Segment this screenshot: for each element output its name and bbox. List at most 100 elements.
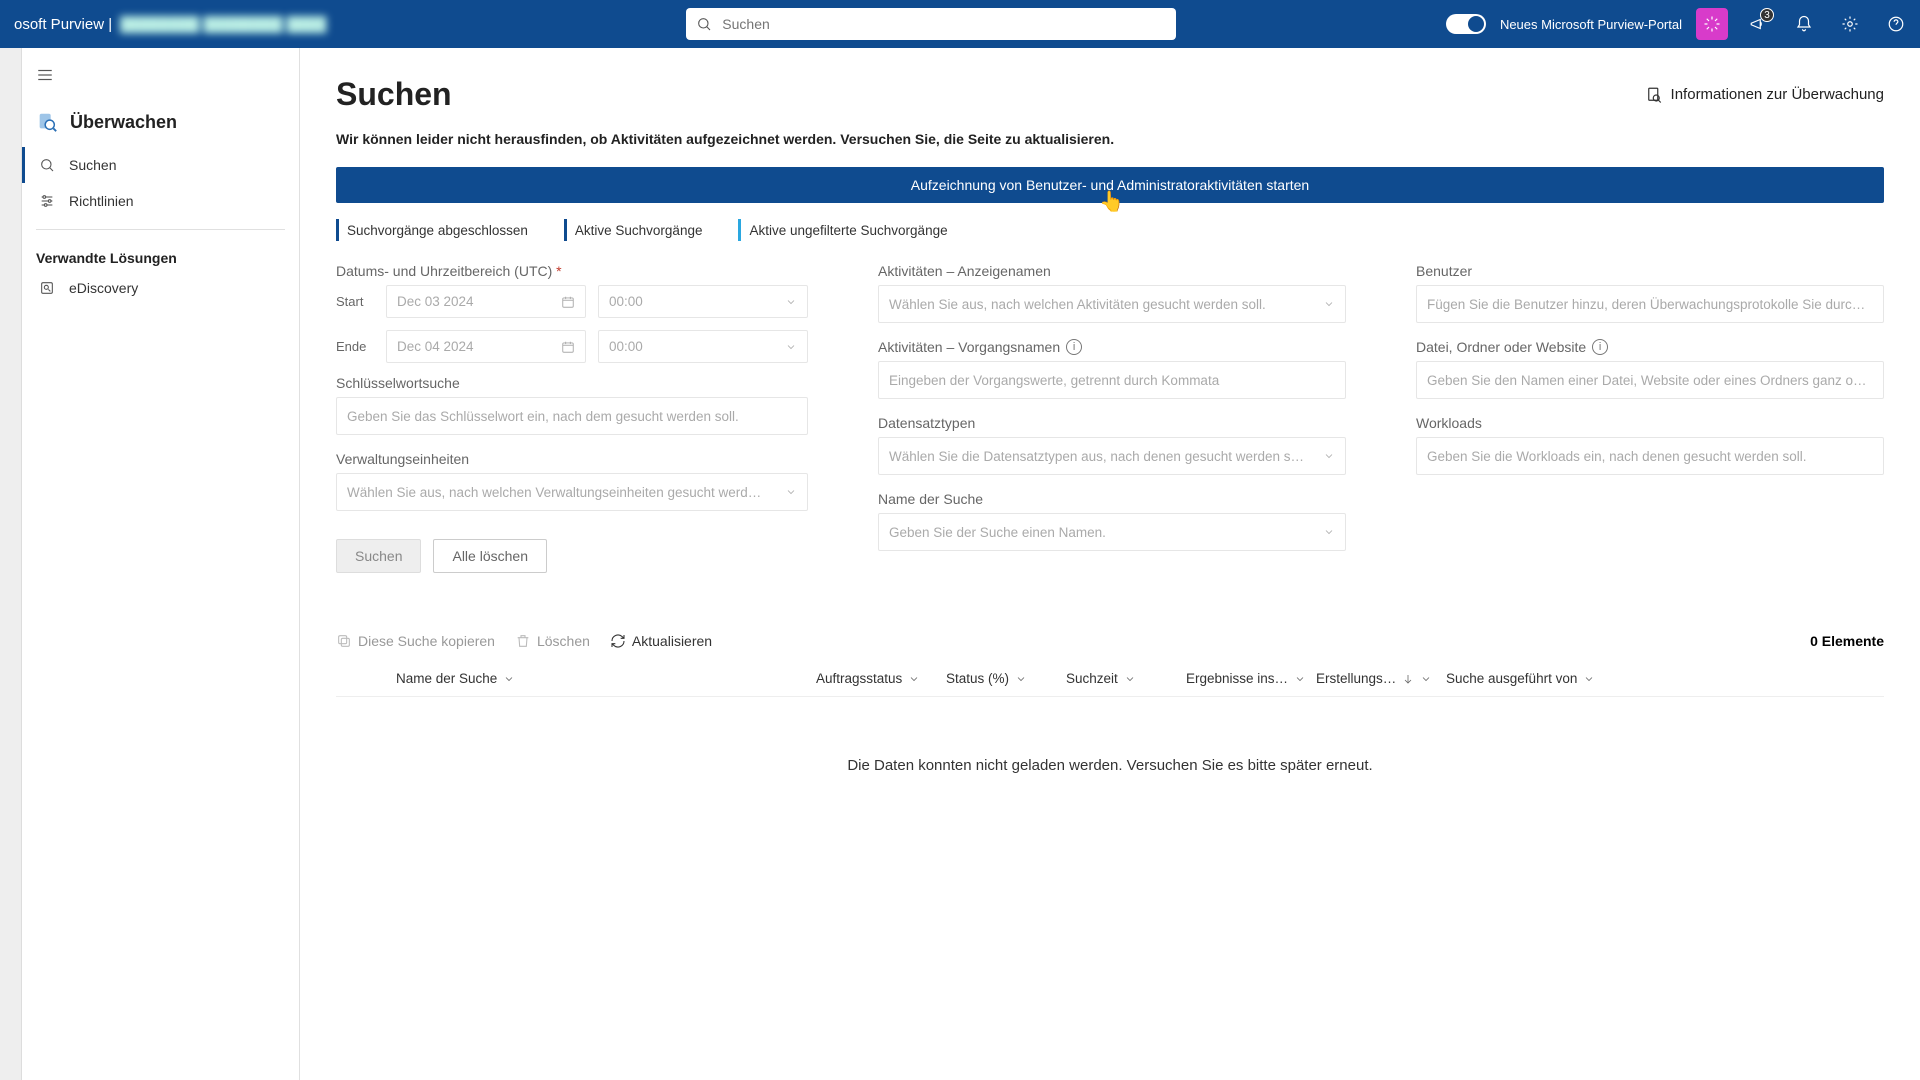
legend-active: Aktive Suchvorgänge xyxy=(564,219,703,241)
chevron-down-icon xyxy=(1015,673,1027,685)
copy-search-button[interactable]: Diese Suche kopieren xyxy=(336,633,495,649)
sidebar-collapse-button[interactable] xyxy=(22,58,299,97)
search-name-input[interactable]: Geben Sie der Suche einen Namen. xyxy=(878,513,1346,551)
audit-icon xyxy=(36,111,58,133)
clear-button-label: Alle löschen xyxy=(452,548,528,564)
hamburger-icon xyxy=(36,66,54,84)
refresh-icon xyxy=(610,633,626,649)
search-icon xyxy=(696,16,712,32)
datetime-label: Datums- und Uhrzeitbereich (UTC) xyxy=(336,263,808,279)
delete-button[interactable]: Löschen xyxy=(515,633,590,649)
search-button[interactable]: Suchen xyxy=(336,539,421,573)
doc-search-icon xyxy=(1645,86,1663,104)
file-label: Datei, Ordner oder Website xyxy=(1416,339,1586,355)
brand: osoft Purview | ████████ ████████ ████ xyxy=(14,16,326,33)
chevron-down-icon xyxy=(1583,673,1595,685)
info-icon[interactable]: i xyxy=(1592,339,1608,355)
column-header-name[interactable]: Name der Suche xyxy=(396,671,816,686)
column-header-time[interactable]: Suchzeit xyxy=(1066,671,1186,686)
left-rail xyxy=(0,48,22,1080)
end-label: Ende xyxy=(336,339,374,354)
chevron-down-icon xyxy=(1323,450,1335,462)
column-header-created[interactable]: Erstellungs… xyxy=(1316,671,1446,686)
refresh-button[interactable]: Aktualisieren xyxy=(610,633,712,649)
activities-display-select[interactable]: Wählen Sie aus, nach welchen Aktivitäten… xyxy=(878,285,1346,323)
status-warning: Wir können leider nicht herausfinden, ob… xyxy=(336,131,1884,147)
admin-units-label: Verwaltungseinheiten xyxy=(336,451,808,467)
chevron-down-icon xyxy=(785,341,797,353)
search-button-label: Suchen xyxy=(355,548,402,564)
activities-display-label: Aktivitäten – Anzeigenamen xyxy=(878,263,1346,279)
table-header: Name der Suche Auftragsstatus Status (%)… xyxy=(336,663,1884,697)
keyword-label: Schlüsselwortsuche xyxy=(336,375,808,391)
page-title: Suchen xyxy=(336,76,452,113)
bell-icon xyxy=(1795,15,1813,33)
main-content: Suchen Informationen zur Überwachung Wir… xyxy=(300,48,1920,1080)
record-types-select[interactable]: Wählen Sie die Datensatztypen aus, nach … xyxy=(878,437,1346,475)
refresh-label: Aktualisieren xyxy=(632,633,712,649)
alerts-button[interactable] xyxy=(1788,8,1820,40)
column-header-status[interactable]: Auftragsstatus xyxy=(816,671,946,686)
sidebar-separator xyxy=(36,229,285,230)
chevron-down-icon xyxy=(1420,673,1432,685)
info-icon[interactable]: i xyxy=(1066,339,1082,355)
end-time-value: 00:00 xyxy=(609,339,643,354)
column-label: Erstellungs… xyxy=(1316,671,1396,686)
chevron-down-icon xyxy=(1323,526,1335,538)
legend-bar-icon xyxy=(336,219,339,241)
start-recording-button[interactable]: Aufzeichnung von Benutzer- und Administr… xyxy=(336,167,1884,203)
file-input[interactable]: Geben Sie den Namen einer Datei, Website… xyxy=(1416,361,1884,399)
sidebar-item-policies[interactable]: Richtlinien xyxy=(22,183,299,219)
sidebar-item-ediscovery[interactable]: eDiscovery xyxy=(22,270,299,306)
sidebar-title-text: Überwachen xyxy=(70,112,177,133)
start-time-select[interactable]: 00:00 xyxy=(598,285,808,318)
legend-label: Aktive ungefilterte Suchvorgänge xyxy=(749,223,947,238)
table-toolbar: Diese Suche kopieren Löschen Aktualisier… xyxy=(336,633,1884,649)
ediscovery-icon xyxy=(39,280,55,296)
column-header-runby[interactable]: Suche ausgeführt von xyxy=(1446,671,1626,686)
legend: Suchvorgänge abgeschlossen Aktive Suchvo… xyxy=(336,219,1884,241)
start-label: Start xyxy=(336,294,374,309)
legend-label: Aktive Suchvorgänge xyxy=(575,223,703,238)
assistant-button[interactable] xyxy=(1696,8,1728,40)
gear-icon xyxy=(1841,15,1859,33)
end-date-input[interactable]: Dec 04 2024 xyxy=(386,330,586,363)
calendar-icon xyxy=(561,295,575,309)
workloads-input[interactable]: Geben Sie die Workloads ein, nach denen … xyxy=(1416,437,1884,475)
record-types-label: Datensatztypen xyxy=(878,415,1346,431)
trash-icon xyxy=(515,633,531,649)
users-input[interactable]: Fügen Sie die Benutzer hinzu, deren Über… xyxy=(1416,285,1884,323)
top-bar: osoft Purview | ████████ ████████ ████ N… xyxy=(0,0,1920,48)
copy-search-label: Diese Suche kopieren xyxy=(358,633,495,649)
search-icon xyxy=(39,157,55,173)
chevron-down-icon xyxy=(1323,298,1335,310)
keyword-input[interactable]: Geben Sie das Schlüsselwort ein, nach de… xyxy=(336,397,808,435)
portal-toggle-label: Neues Microsoft Purview-Portal xyxy=(1500,17,1682,32)
users-placeholder: Fügen Sie die Benutzer hinzu, deren Über… xyxy=(1427,297,1865,312)
end-time-select[interactable]: 00:00 xyxy=(598,330,808,363)
clear-button[interactable]: Alle löschen xyxy=(433,539,547,573)
help-button[interactable] xyxy=(1880,8,1912,40)
sort-desc-icon xyxy=(1402,673,1414,685)
sidebar-item-label: eDiscovery xyxy=(69,280,138,296)
audit-info-link-text: Informationen zur Überwachung xyxy=(1671,86,1884,103)
start-date-input[interactable]: Dec 03 2024 xyxy=(386,285,586,318)
global-search[interactable] xyxy=(686,8,1176,40)
portal-toggle[interactable] xyxy=(1446,14,1486,34)
legend-completed: Suchvorgänge abgeschlossen xyxy=(336,219,528,241)
column-label: Name der Suche xyxy=(396,671,497,686)
audit-info-link[interactable]: Informationen zur Überwachung xyxy=(1645,86,1884,104)
sidebar-title: Überwachen xyxy=(22,97,299,147)
sidebar-item-search[interactable]: Suchen xyxy=(22,147,299,183)
file-placeholder: Geben Sie den Namen einer Datei, Website… xyxy=(1427,373,1867,388)
column-header-results[interactable]: Ergebnisse ins… xyxy=(1186,671,1316,686)
calendar-icon xyxy=(561,340,575,354)
notifications-button[interactable]: 3 xyxy=(1742,8,1774,40)
column-header-pct[interactable]: Status (%) xyxy=(946,671,1066,686)
legend-label: Suchvorgänge abgeschlossen xyxy=(347,223,528,238)
start-time-value: 00:00 xyxy=(609,294,643,309)
settings-button[interactable] xyxy=(1834,8,1866,40)
global-search-input[interactable] xyxy=(722,16,1166,32)
admin-units-select[interactable]: Wählen Sie aus, nach welchen Verwaltungs… xyxy=(336,473,808,511)
activities-op-input[interactable]: Eingeben der Vorgangswerte, getrennt dur… xyxy=(878,361,1346,399)
